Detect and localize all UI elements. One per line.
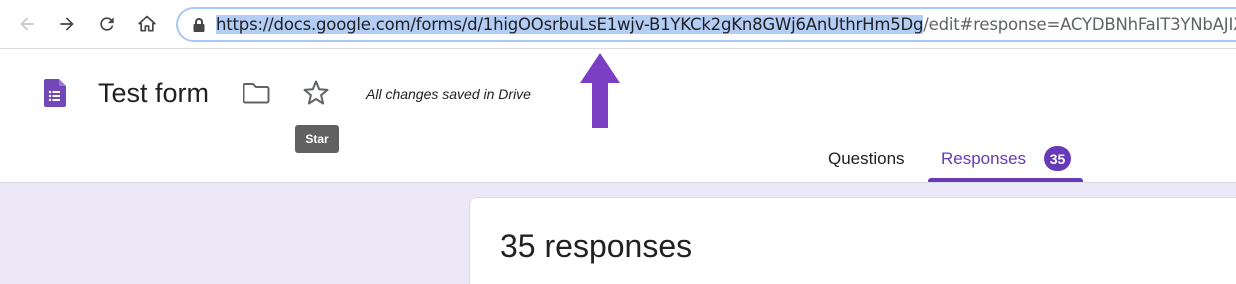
home-icon[interactable]: [132, 9, 162, 39]
form-title[interactable]: Test form: [98, 76, 209, 110]
url-text[interactable]: https://docs.google.com/forms/d/1higOOsr…: [216, 14, 1236, 35]
browser-toolbar: https://docs.google.com/forms/d/1higOOsr…: [0, 0, 1236, 49]
star-icon[interactable]: [302, 79, 330, 107]
annotation-arrow-icon: [580, 53, 620, 128]
lock-icon[interactable]: [192, 17, 206, 33]
url-selected-text: https://docs.google.com/forms/d/1higOOsr…: [216, 15, 924, 34]
back-arrow-icon[interactable]: [12, 9, 42, 39]
responses-heading: 35 responses: [500, 228, 693, 264]
folder-icon[interactable]: [243, 81, 270, 105]
reload-icon[interactable]: [92, 9, 122, 39]
tab-responses[interactable]: Responses: [941, 148, 1026, 170]
tab-questions[interactable]: Questions: [828, 148, 905, 170]
responses-summary-card: 35 responses: [469, 197, 1236, 284]
save-status: All changes saved in Drive: [366, 86, 531, 102]
address-bar[interactable]: https://docs.google.com/forms/d/1higOOsr…: [176, 7, 1236, 42]
url-rest-text: /edit#response=ACYDBNhFaIT3YNbAJIXRZ: [923, 15, 1236, 34]
forward-arrow-icon[interactable]: [52, 9, 82, 39]
google-forms-icon[interactable]: [44, 79, 66, 107]
responses-count-badge: 35: [1044, 146, 1071, 171]
star-tooltip: Star: [295, 125, 339, 153]
